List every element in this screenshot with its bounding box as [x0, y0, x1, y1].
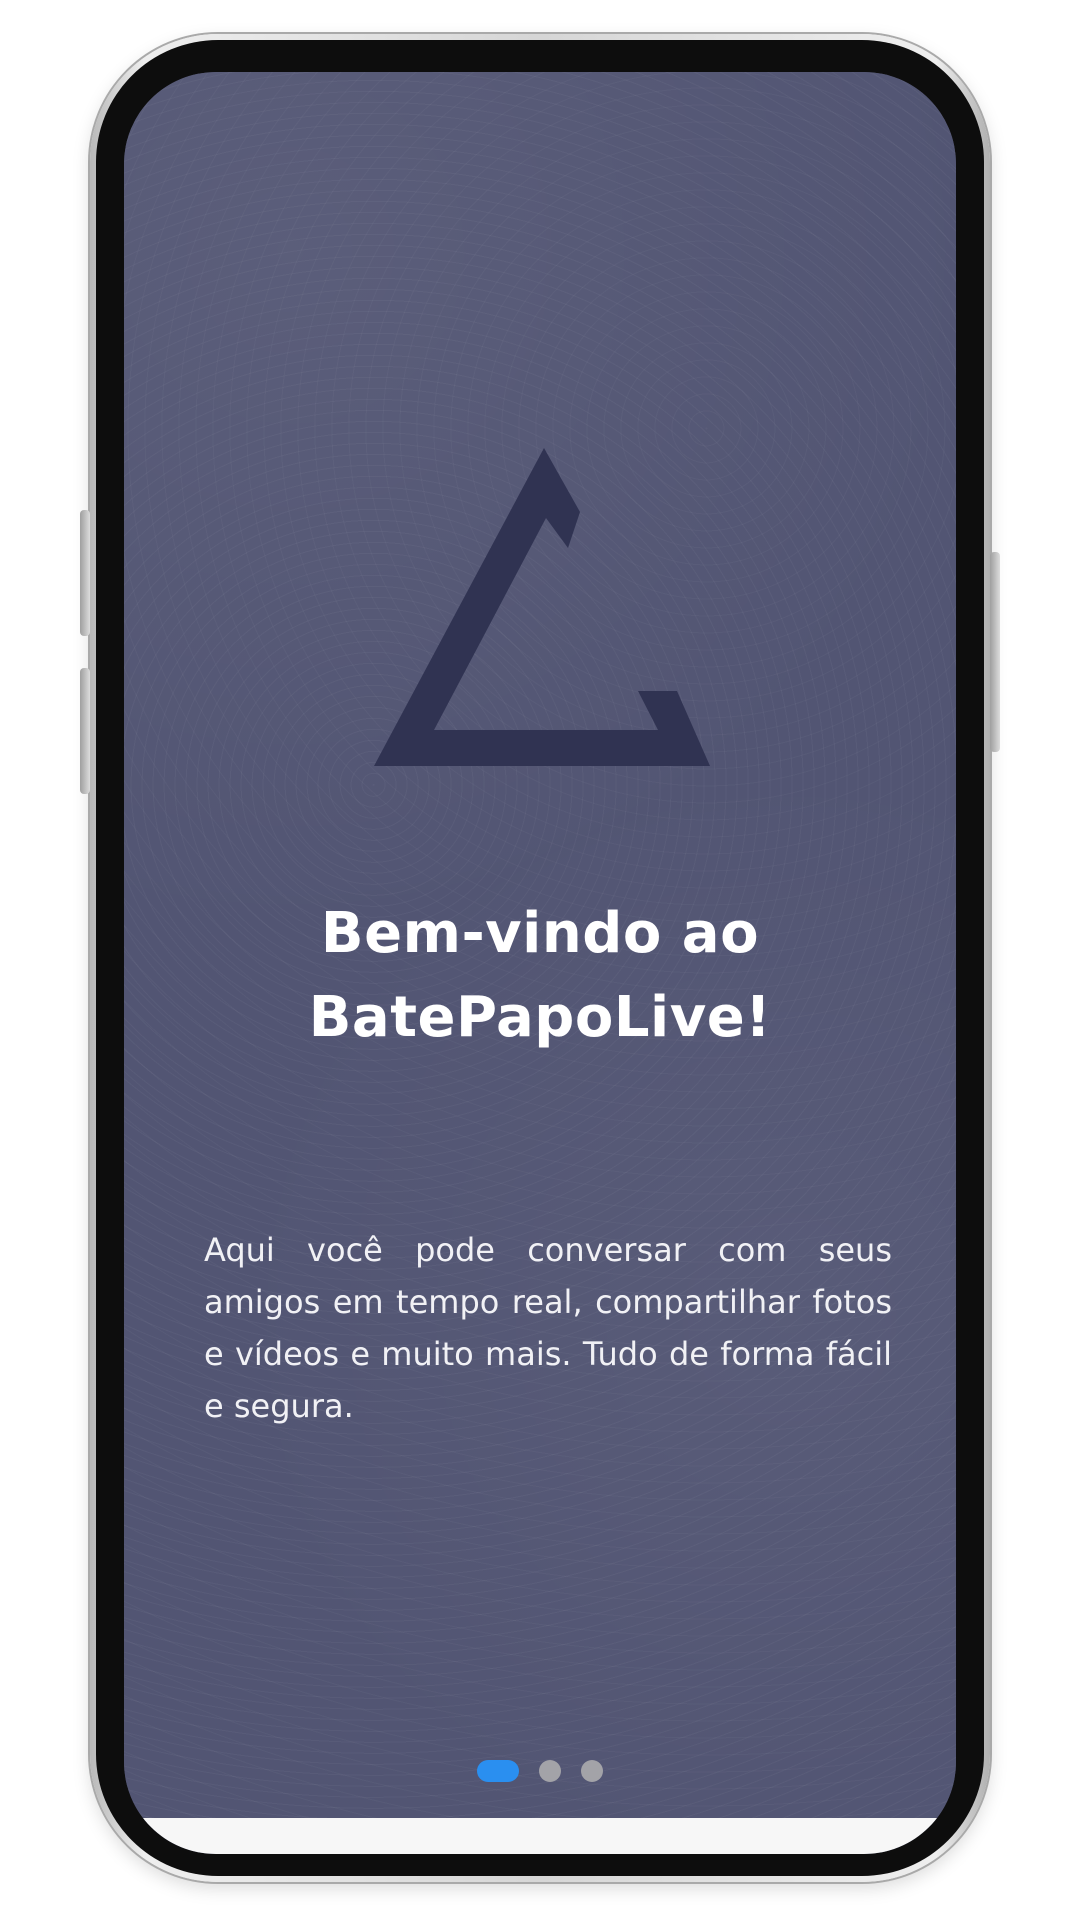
page-indicator — [124, 1760, 956, 1782]
welcome-title: Bem-vindo ao BatePapoLive! — [184, 892, 896, 1060]
power-button — [990, 552, 1000, 752]
welcome-description: Aqui você pode conversar com seus amigos… — [204, 1231, 892, 1425]
page-dot-2[interactable] — [539, 1760, 561, 1782]
volume-down-button — [80, 668, 90, 794]
triangle-logo-icon — [374, 448, 710, 766]
page-dot-3[interactable] — [581, 1760, 603, 1782]
app-screen: Bem-vindo ao BatePapoLive! Aqui você pod… — [124, 72, 956, 1854]
welcome-title-line-1: Bem-vindo ao — [320, 901, 760, 966]
volume-up-button — [80, 510, 90, 636]
welcome-title-line-2: BatePapoLive! — [308, 985, 772, 1050]
bottom-bar — [124, 1818, 956, 1854]
page-dot-1[interactable] — [477, 1760, 519, 1782]
